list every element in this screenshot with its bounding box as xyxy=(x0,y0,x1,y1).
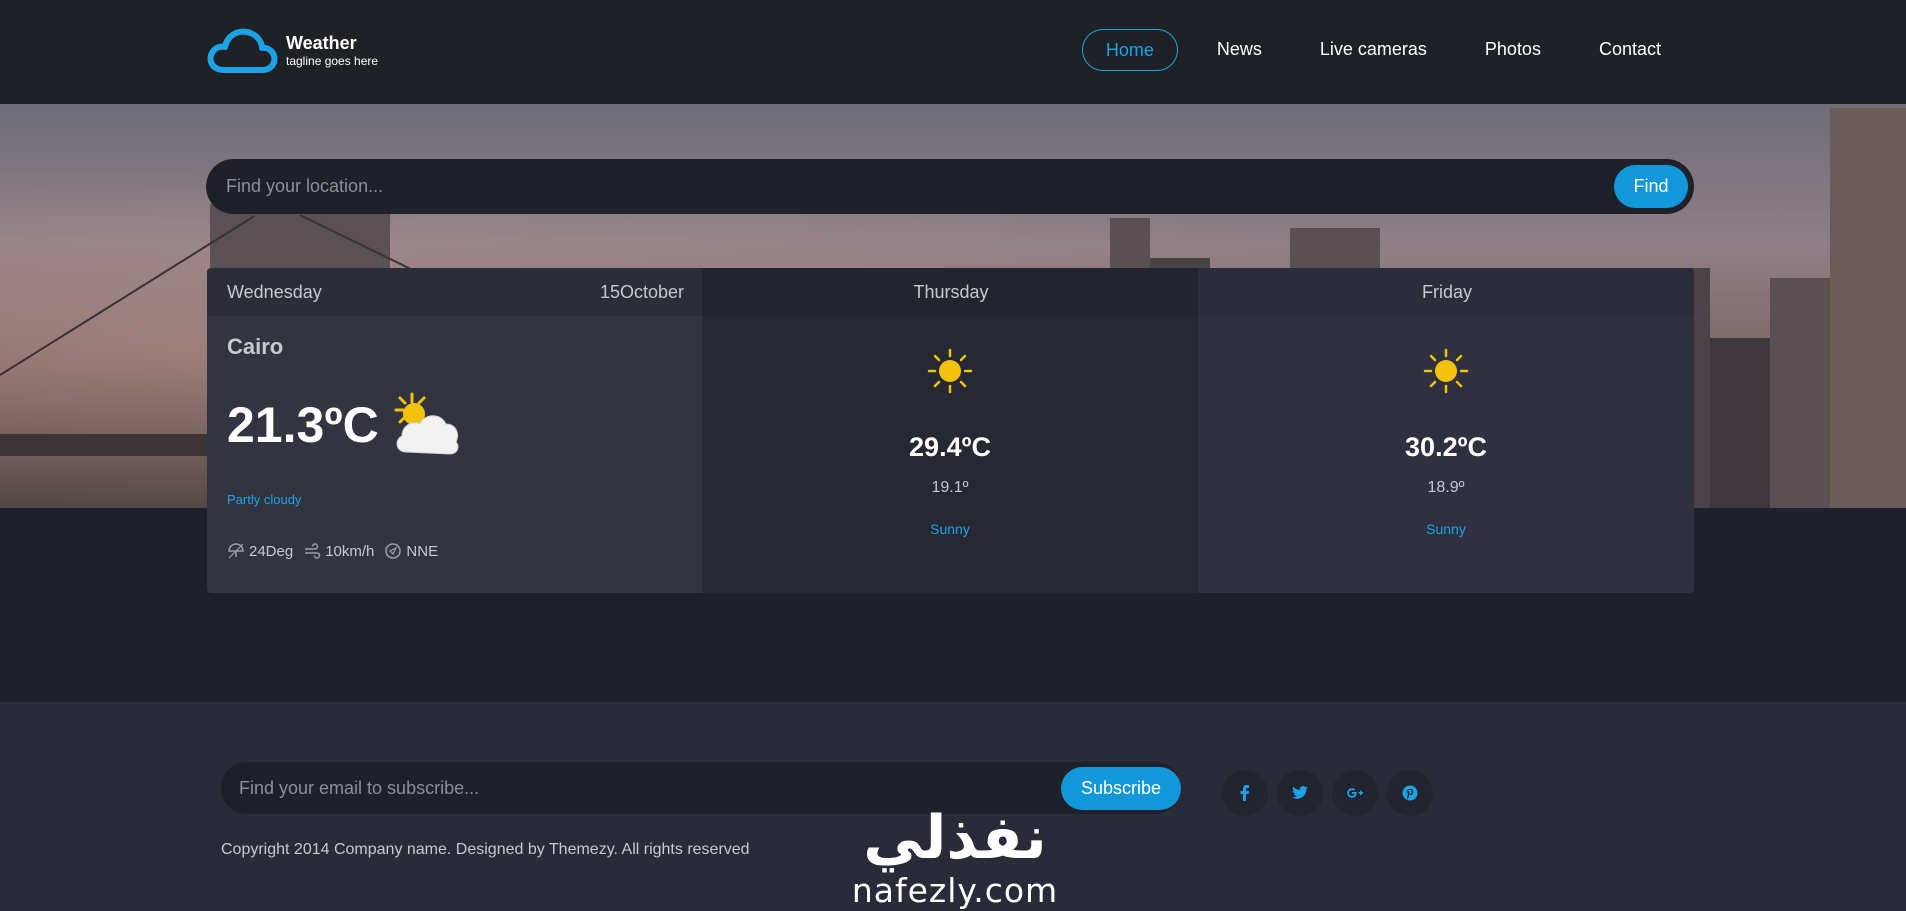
nav-photos[interactable]: Photos xyxy=(1456,29,1570,71)
forecast-day-label: Thursday xyxy=(702,268,1198,316)
today-day: Wednesday xyxy=(227,281,322,302)
brand-title: Weather xyxy=(286,33,357,53)
twitter-icon[interactable] xyxy=(1277,770,1323,816)
wind-icon xyxy=(305,543,321,559)
facebook-icon[interactable] xyxy=(1222,770,1268,816)
copyright-text: Copyright 2014 Company name. Designed by… xyxy=(221,841,750,858)
subscribe-button[interactable]: Subscribe xyxy=(1061,767,1181,810)
pinterest-icon[interactable] xyxy=(1387,770,1433,816)
current-condition: Partly cloudy xyxy=(227,492,302,507)
forecast-high-temp: 29.4ºC xyxy=(909,432,991,462)
wind-direction-value: NNE xyxy=(406,542,439,560)
today-date: 15October xyxy=(599,281,684,302)
forecast-condition: Sunny xyxy=(930,521,970,537)
sun-icon xyxy=(927,348,973,394)
forecast-card-thursday: Thursday 29.4ºC 19.1º Sunny xyxy=(702,268,1198,593)
location-search-bar: Find xyxy=(206,159,1694,214)
cloud-logo-icon xyxy=(207,28,278,73)
skyline-building xyxy=(1830,108,1906,508)
today-meta: 24Deg 10km/h NNE xyxy=(227,542,448,560)
compass-icon xyxy=(385,543,402,559)
brand-logo[interactable]: Weather tagline goes here xyxy=(206,26,378,74)
forecast-low-temp: 18.9º xyxy=(1427,479,1465,496)
partly-cloudy-icon xyxy=(394,392,459,455)
nav-live-cameras[interactable]: Live cameras xyxy=(1291,29,1456,71)
forecast-low-temp: 19.1º xyxy=(931,479,969,496)
nav-contact[interactable]: Contact xyxy=(1570,29,1690,71)
forecast-panel: Wednesday 15October Cairo 21.3ºC Partly … xyxy=(207,268,1694,593)
forecast-card-friday: Friday 30.2ºC 18.9º Sunny xyxy=(1198,268,1694,593)
nav-home[interactable]: Home xyxy=(1081,29,1178,71)
today-header: Wednesday 15October xyxy=(207,268,702,316)
umbrella-icon xyxy=(228,543,244,559)
nav-news[interactable]: News xyxy=(1188,29,1291,71)
location-search-input[interactable] xyxy=(226,159,1586,214)
google-plus-icon[interactable] xyxy=(1332,770,1378,816)
find-button[interactable]: Find xyxy=(1614,165,1688,208)
city-name: Cairo xyxy=(227,334,284,359)
watermark-arabic: نفذلي xyxy=(863,803,1047,873)
humidity-value: 24Deg xyxy=(249,542,294,560)
wind-direction-info: NNE xyxy=(384,542,438,560)
main-nav: Home News Live cameras Photos Contact xyxy=(1081,29,1690,71)
nafezly-watermark-logo: نفذلي nafezly.com xyxy=(852,803,1058,910)
skyline-building xyxy=(1770,278,1830,508)
social-links xyxy=(1222,770,1442,816)
forecast-condition: Sunny xyxy=(1426,521,1466,537)
brand-tagline: tagline goes here xyxy=(286,54,379,68)
wind-speed-value: 10km/h xyxy=(325,542,375,560)
site-header: Weather tagline goes here Home News Live… xyxy=(0,0,1906,104)
skyline-building xyxy=(1710,338,1770,508)
humidity-info: 24Deg xyxy=(227,542,293,560)
current-temperature: 21.3ºC xyxy=(227,397,379,453)
today-card: Wednesday 15October Cairo 21.3ºC Partly … xyxy=(207,268,702,593)
forecast-high-temp: 30.2ºC xyxy=(1405,432,1487,462)
watermark-latin: nafezly.com xyxy=(852,871,1058,910)
sun-icon xyxy=(1423,348,1469,394)
wind-speed-info: 10km/h xyxy=(303,542,374,560)
forecast-day-label: Friday xyxy=(1198,268,1694,316)
